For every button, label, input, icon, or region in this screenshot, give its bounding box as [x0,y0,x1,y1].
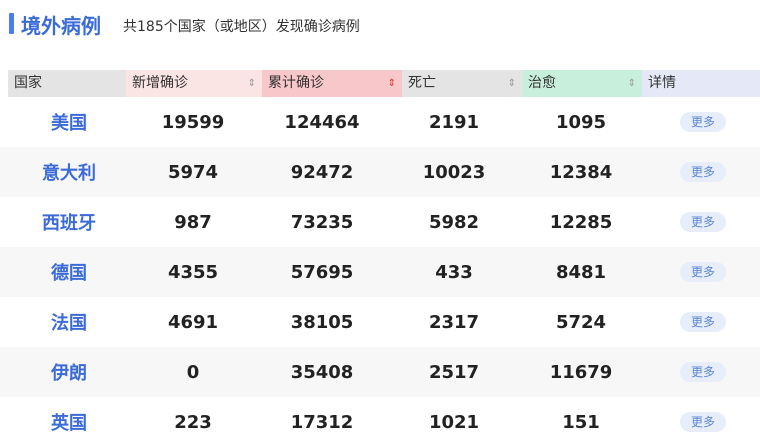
country-cell: 德国 [51,263,87,284]
sort-desc-icon[interactable]: ⇕ [388,70,396,97]
detail-cell: 更多 [646,112,760,132]
section-subtitle: 共185个国家（或地区）发现确诊病例 [123,19,360,35]
cured-cell: 151 [562,411,600,433]
country-cell: 伊朗 [51,363,87,384]
column-header-new[interactable]: 新增确诊 ⇕ [126,70,262,97]
total-cell: 57695 [290,261,354,283]
more-button[interactable]: 更多 [680,212,726,232]
detail-cell: 更多 [646,262,760,282]
cured-cell: 5724 [555,311,607,333]
detail-cell: 更多 [646,412,760,432]
cured-cell: 12285 [549,211,613,233]
total-cell: 124464 [284,111,360,133]
country-cell: 法国 [51,313,87,334]
dead-cell: 2517 [428,361,480,383]
total-cell: 38105 [290,311,354,333]
column-header-country: 国家 [8,70,126,97]
column-header-detail: 详情 [642,70,760,97]
detail-cell: 更多 [646,212,760,232]
more-button[interactable]: 更多 [680,312,726,332]
new-cell: 5974 [167,161,219,183]
new-cell: 0 [186,361,200,383]
total-cell: 73235 [290,211,354,233]
section-title: 境外病例 [21,14,101,38]
new-cell: 4355 [167,261,219,283]
country-cell: 意大利 [42,163,96,184]
country-cell: 美国 [51,113,87,134]
detail-cell: 更多 [646,312,760,332]
dead-cell: 10023 [422,161,486,183]
table-row: 美国 19599 124464 2191 1095 更多 [0,97,760,147]
table-row: 西班牙 987 73235 5982 12285 更多 [0,197,760,247]
dead-cell: 2191 [428,111,480,133]
cured-cell: 12384 [549,161,613,183]
column-header-total[interactable]: 累计确诊 ⇕ [262,70,402,97]
more-button[interactable]: 更多 [680,412,726,432]
new-cell: 19599 [161,111,225,133]
total-cell: 92472 [290,161,354,183]
dead-cell: 2317 [428,311,480,333]
sort-icon[interactable]: ⇕ [248,70,256,97]
table-body: 美国 19599 124464 2191 1095 更多 意大利 5974 92… [0,97,760,447]
table-row: 英国 223 17312 1021 151 更多 [0,397,760,447]
more-button[interactable]: 更多 [680,112,726,132]
table-row: 意大利 5974 92472 10023 12384 更多 [0,147,760,197]
more-button[interactable]: 更多 [680,362,726,382]
cured-cell: 11679 [549,361,613,383]
table-row: 法国 4691 38105 2317 5724 更多 [0,297,760,347]
table-row: 伊朗 0 35408 2517 11679 更多 [0,347,760,397]
column-header-dead[interactable]: 死亡 ⇕ [402,70,522,97]
country-cell: 英国 [51,413,87,434]
new-cell: 223 [174,411,212,433]
cured-cell: 1095 [555,111,607,133]
section-header: 境外病例 共185个国家（或地区）发现确诊病例 [0,0,760,52]
new-cell: 987 [174,211,212,233]
dead-cell: 433 [435,261,473,283]
sort-icon[interactable]: ⇕ [508,70,516,97]
table-row: 德国 4355 57695 433 8481 更多 [0,247,760,297]
total-cell: 35408 [290,361,354,383]
more-button[interactable]: 更多 [680,262,726,282]
dead-cell: 5982 [428,211,480,233]
sort-icon[interactable]: ⇕ [628,70,636,97]
total-cell: 17312 [290,411,354,433]
title-accent-bar [9,13,14,34]
new-cell: 4691 [167,311,219,333]
country-cell: 西班牙 [42,213,96,234]
more-button[interactable]: 更多 [680,162,726,182]
dead-cell: 1021 [428,411,480,433]
detail-cell: 更多 [646,162,760,182]
detail-cell: 更多 [646,362,760,382]
column-header-cured[interactable]: 治愈 ⇕ [522,70,642,97]
cured-cell: 8481 [555,261,607,283]
table-header: 国家 新增确诊 ⇕ 累计确诊 ⇕ 死亡 ⇕ 治愈 ⇕ 详情 [8,70,760,97]
